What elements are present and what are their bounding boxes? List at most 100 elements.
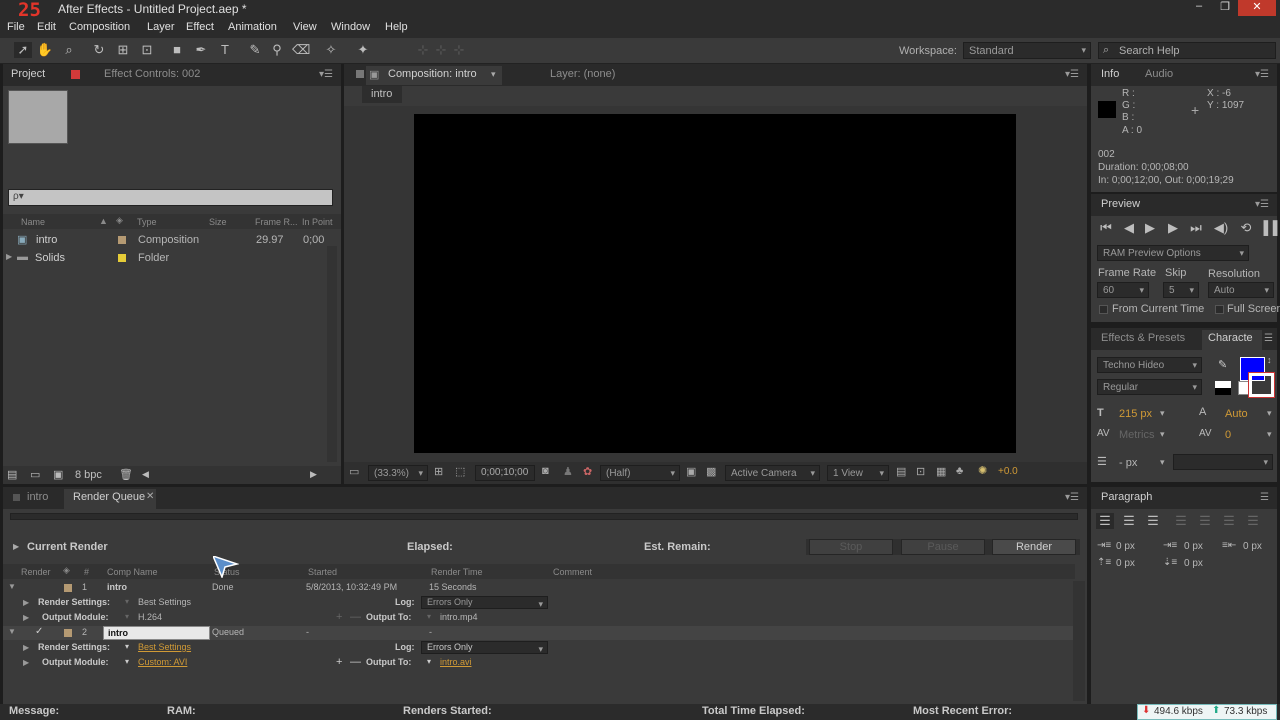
add-output-icon[interactable]: +	[336, 611, 342, 623]
magnification-select[interactable]: (33.3%)	[368, 465, 428, 481]
panel-menu-icon[interactable]: ☰	[1264, 333, 1273, 344]
tab-render-queue[interactable]: Render Queue	[73, 491, 145, 503]
stroke-width-dropdown-icon[interactable]: ▾	[1160, 457, 1165, 468]
tab-intro-timeline[interactable]: intro	[27, 491, 48, 503]
log-select[interactable]: Errors Only	[421, 596, 548, 610]
render-settings-value[interactable]: Best Settings	[138, 597, 191, 607]
stop-button[interactable]: Stop	[809, 539, 893, 555]
space-after-value[interactable]: 0 px	[1184, 558, 1203, 569]
no-fill-swatch[interactable]	[1238, 381, 1249, 395]
output-to-value[interactable]: intro.avi	[440, 657, 472, 667]
ram-preview-options[interactable]: RAM Preview Options	[1097, 245, 1249, 261]
col-render-time[interactable]: Render Time	[431, 567, 483, 577]
bpc-label[interactable]: 8 bpc	[75, 469, 102, 481]
col-number[interactable]: #	[84, 567, 89, 577]
tab-effect-controls[interactable]: Effect Controls: 002	[104, 68, 200, 80]
tracking-value[interactable]: 0	[1225, 429, 1231, 441]
panel-menu-icon[interactable]: ▾☰	[319, 69, 333, 80]
output-to-value[interactable]: intro.mp4	[440, 612, 478, 622]
expand-arrow-icon[interactable]: ▶	[23, 658, 29, 667]
resolution-select[interactable]: Auto	[1208, 282, 1274, 298]
expand-arrow-icon[interactable]: ▶	[23, 613, 29, 622]
col-comp-name[interactable]: Comp Name	[107, 567, 158, 577]
menu-help[interactable]: Help	[385, 21, 408, 33]
menu-effect[interactable]: Effect	[186, 21, 214, 33]
mask-icon[interactable]: ⬚	[455, 465, 465, 478]
rectangle-tool-icon[interactable]: ■	[168, 42, 186, 58]
tab-paragraph[interactable]: Paragraph	[1101, 491, 1152, 503]
menu-layer[interactable]: Layer	[147, 21, 175, 33]
scroll-left-icon[interactable]: ◀	[142, 469, 149, 480]
new-composition-icon[interactable]: ▣	[53, 468, 63, 481]
col-in-point[interactable]: In Point	[302, 217, 333, 227]
tab-composition[interactable]: Composition: intro	[388, 68, 477, 80]
show-snapshot-icon[interactable]: ♟	[563, 465, 573, 478]
view-layout-select[interactable]: 1 View	[827, 465, 889, 481]
toggle-pixel-aspect-icon[interactable]: ▤	[896, 465, 906, 478]
camera-select[interactable]: Active Camera	[725, 465, 820, 481]
remove-output-icon[interactable]: —	[350, 611, 361, 623]
tab-layer[interactable]: Layer: (none)	[550, 68, 615, 80]
minimize-button[interactable]: –	[1186, 0, 1212, 16]
expand-arrow-icon[interactable]: ▶	[23, 643, 29, 652]
region-of-interest-icon[interactable]: ▣	[686, 465, 696, 478]
first-frame-icon[interactable]: ⏮	[1097, 220, 1115, 236]
fast-previews-icon[interactable]: ⊡	[916, 465, 925, 478]
brush-tool-icon[interactable]: ✎	[246, 42, 264, 58]
black-white-swatch[interactable]	[1215, 381, 1231, 395]
add-output-icon[interactable]: +	[336, 656, 342, 668]
close-button[interactable]: ✕	[1238, 0, 1276, 16]
selection-tool-icon[interactable]: ➚	[14, 42, 32, 58]
ram-preview-icon[interactable]: ▐▐	[1259, 220, 1277, 236]
exposure-value[interactable]: +0.0	[998, 466, 1018, 477]
panel-menu-icon[interactable]: ▾☰	[1065, 492, 1079, 503]
from-current-checkbox[interactable]	[1099, 305, 1108, 314]
tracking-dropdown-icon[interactable]: ▾	[1267, 429, 1272, 440]
puppet-tool-icon[interactable]: ✦	[354, 42, 372, 58]
eyedropper-icon[interactable]: ✎	[1218, 358, 1227, 371]
menu-composition[interactable]: Composition	[69, 21, 130, 33]
project-search-input[interactable]: ρ▾	[8, 189, 333, 206]
align-center-icon[interactable]: ☰	[1120, 513, 1138, 529]
loop-icon[interactable]: ⟲	[1237, 220, 1255, 236]
indent-right-value[interactable]: 0 px	[1243, 541, 1262, 552]
project-scrollbar[interactable]	[327, 246, 337, 462]
col-started[interactable]: Started	[308, 567, 337, 577]
timeline-icon[interactable]: ▦	[936, 465, 946, 478]
panel-menu-icon[interactable]: ▾☰	[1255, 199, 1269, 210]
pan-behind-tool-icon[interactable]: ⊡	[138, 42, 156, 58]
expand-arrow-icon[interactable]: ▼	[8, 582, 16, 591]
col-type[interactable]: Type	[137, 217, 157, 227]
list-item[interactable]: ▣ intro Composition 29.97 0;00	[3, 232, 328, 249]
output-module-value[interactable]: Custom: AVI	[138, 657, 187, 667]
indent-left-value[interactable]: 0 px	[1116, 541, 1135, 552]
tab-preview[interactable]: Preview	[1101, 198, 1140, 210]
transparency-grid-icon[interactable]: ▩	[706, 465, 716, 478]
comp-name-edit-field[interactable]: intro	[103, 626, 210, 640]
last-frame-icon[interactable]: ⏭	[1187, 220, 1205, 236]
stroke-style-select[interactable]	[1173, 454, 1273, 470]
font-size-value[interactable]: 215 px	[1119, 408, 1152, 420]
label-color-swatch[interactable]	[118, 254, 126, 262]
table-row[interactable]: ▼ ✓ 2 intro Queued - -	[3, 626, 1075, 640]
output-to-dropdown-icon[interactable]: ▾	[427, 657, 431, 666]
new-folder-icon[interactable]: ▭	[30, 468, 40, 481]
zoom-tool-icon[interactable]: ⌕	[60, 42, 78, 58]
stroke-color-swatch[interactable]	[1248, 372, 1275, 398]
col-comment[interactable]: Comment	[553, 567, 592, 577]
comp-breadcrumb[interactable]: intro	[362, 86, 402, 103]
space-before-value[interactable]: 0 px	[1116, 558, 1135, 569]
indent-first-value[interactable]: 0 px	[1184, 541, 1203, 552]
comp-tab-dropdown-icon[interactable]: ▾	[491, 69, 496, 80]
menu-file[interactable]: File	[7, 21, 25, 33]
maximize-button[interactable]: ❐	[1212, 0, 1238, 16]
close-tab-icon[interactable]: ✕	[146, 491, 154, 502]
justify-all-icon[interactable]: ☰	[1244, 513, 1262, 529]
expand-current-render-icon[interactable]: ▶	[13, 542, 19, 551]
justify-last-left-icon[interactable]: ☰	[1172, 513, 1190, 529]
tab-project[interactable]: Project	[11, 68, 45, 80]
font-style-select[interactable]: Regular	[1097, 379, 1202, 395]
render-settings-value[interactable]: Best Settings	[138, 642, 191, 652]
snapshot-icon[interactable]: ◙	[542, 465, 549, 477]
type-tool-icon[interactable]: T	[216, 42, 234, 58]
